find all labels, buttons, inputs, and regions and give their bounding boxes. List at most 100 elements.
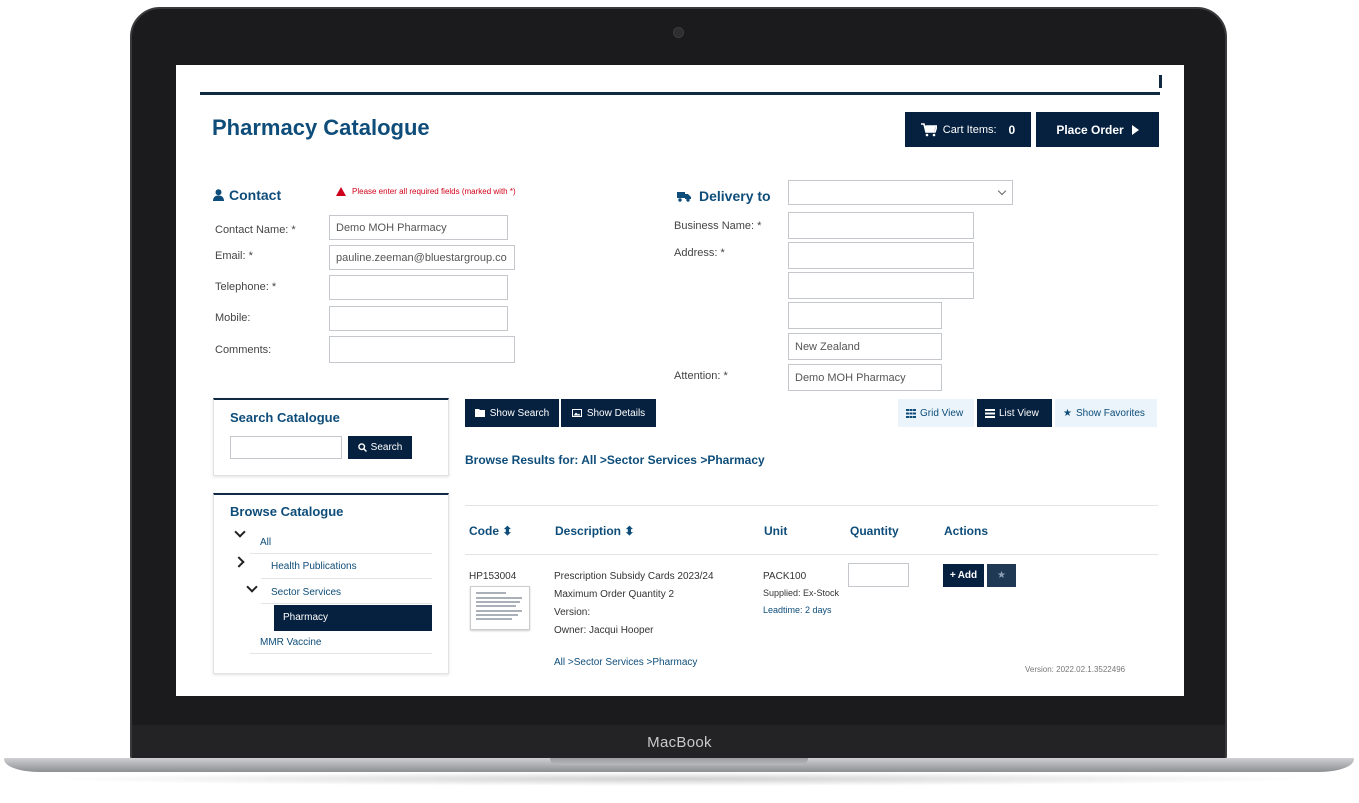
plus-icon: + — [949, 570, 956, 581]
col-code-label: Code — [469, 524, 499, 538]
show-details-button[interactable]: Show Details — [561, 399, 656, 427]
chevron-right-icon — [233, 556, 245, 568]
comments-label: Comments: — [215, 344, 272, 356]
attention-input[interactable]: Demo MOH Pharmacy — [788, 364, 942, 391]
cart-icon — [920, 122, 937, 136]
search-icon — [357, 443, 367, 452]
laptop-notch — [550, 758, 808, 765]
tree-divider — [261, 578, 432, 579]
contact-name-label: Contact Name: * — [215, 224, 296, 236]
sort-icon: ⬍ — [624, 524, 635, 538]
required-warning: Please enter all required fields (marked… — [336, 187, 516, 196]
browse-panel: Browse Catalogue All Health Publications… — [213, 493, 449, 674]
row-description-version: Version: — [554, 607, 591, 618]
address-line-1[interactable] — [788, 242, 974, 269]
chevron-down-icon — [997, 186, 1007, 196]
row-description-max: Maximum Order Quantity 2 — [554, 589, 675, 600]
grid-icon — [906, 408, 916, 418]
star-icon: ★ — [997, 570, 1006, 581]
row-description-owner: Owner: Jacqui Hooper — [554, 625, 654, 636]
mobile-label: Mobile: — [215, 312, 251, 324]
contact-name-input[interactable]: Demo MOH Pharmacy — [329, 215, 508, 240]
col-description-label: Description — [555, 524, 622, 538]
contact-heading: Contact — [213, 187, 281, 203]
chevron-down-icon — [246, 581, 258, 593]
tree-divider — [250, 553, 432, 554]
tree-item-pharmacy-label: Pharmacy — [283, 612, 329, 623]
required-warning-text: Please enter all required fields (marked… — [352, 187, 516, 196]
row-supplied: Supplied: Ex-Stock — [763, 588, 840, 598]
tree-item-mmr-vaccine[interactable]: MMR Vaccine — [260, 637, 322, 648]
sort-icon: ⬍ — [502, 524, 513, 538]
top-marker — [1159, 75, 1162, 88]
warning-icon — [336, 187, 346, 196]
email-input[interactable]: pauline.zeeman@bluestargroup.co — [329, 245, 515, 270]
tree-item-sector-services[interactable]: Sector Services — [271, 587, 341, 598]
contact-heading-text: Contact — [229, 187, 282, 203]
add-to-cart-button[interactable]: + Add — [943, 564, 984, 587]
version-text: Version: 2022.02.1.3522496 — [1025, 665, 1126, 674]
show-favorites-button[interactable]: ★ Show Favorites — [1055, 399, 1157, 427]
truck-icon — [677, 191, 691, 202]
row-code: HP153004 — [469, 571, 517, 582]
browse-results-heading: Browse Results for: All >Sector Services… — [465, 453, 765, 467]
tree-item-pharmacy[interactable]: Pharmacy — [274, 605, 432, 631]
business-name-input[interactable] — [788, 212, 974, 239]
show-search-button[interactable]: Show Search — [465, 399, 559, 427]
address-country[interactable]: New Zealand — [788, 333, 942, 360]
cart-count: 0 — [1008, 122, 1016, 137]
caret-right-icon — [1131, 124, 1139, 135]
product-thumbnail[interactable] — [470, 586, 530, 630]
telephone-label: Telephone: * — [215, 281, 277, 293]
telephone-input[interactable] — [329, 275, 508, 300]
place-order-label: Place Order — [1056, 122, 1124, 137]
col-code-header[interactable]: Code ⬍ — [469, 524, 512, 538]
place-order-button[interactable]: Place Order — [1036, 112, 1159, 147]
address-label: Address: * — [674, 247, 725, 259]
tree-divider — [261, 603, 432, 604]
user-icon — [213, 189, 224, 201]
star-icon: ★ — [1063, 407, 1072, 419]
top-rule — [200, 92, 1160, 95]
attention-label: Attention: * — [674, 370, 728, 382]
quantity-input[interactable] — [848, 563, 909, 587]
page-title: Pharmacy Catalogue — [212, 115, 430, 140]
business-name-label: Business Name: * — [674, 220, 762, 232]
list-view-label: List View — [999, 407, 1039, 419]
address-line-3[interactable] — [788, 302, 942, 329]
delivery-select[interactable] — [788, 180, 1013, 205]
grid-view-label: Grid View — [920, 407, 964, 419]
grid-view-button[interactable]: Grid View — [898, 399, 974, 427]
favorite-button[interactable]: ★ — [987, 564, 1016, 587]
mobile-input[interactable] — [329, 306, 508, 331]
delivery-heading-text: Delivery to — [699, 188, 771, 204]
device-brand: MacBook — [647, 734, 712, 751]
row-category-path[interactable]: All >Sector Services >Pharmacy — [554, 657, 697, 668]
col-description-header[interactable]: Description ⬍ — [555, 524, 634, 538]
laptop-shadow — [40, 772, 1320, 786]
screen: Pharmacy Catalogue Cart Items: 0 Place O… — [176, 65, 1184, 696]
list-view-button[interactable]: List View — [977, 399, 1052, 427]
tree-item-all[interactable]: All — [260, 537, 271, 548]
table-top-divider — [465, 505, 1158, 506]
image-icon — [571, 409, 582, 417]
search-input[interactable] — [230, 436, 342, 459]
email-label: Email: * — [215, 250, 253, 262]
address-line-2[interactable] — [788, 272, 974, 299]
delivery-heading: Delivery to — [677, 188, 771, 204]
table-header-divider — [465, 554, 1158, 555]
search-panel: Search Catalogue Search — [213, 398, 449, 476]
comments-input[interactable] — [329, 336, 515, 363]
row-description-title: Prescription Subsidy Cards 2023/24 — [554, 571, 714, 582]
col-unit-header: Unit — [764, 524, 788, 538]
camera-icon — [673, 27, 684, 38]
cart-button[interactable]: Cart Items: 0 — [905, 112, 1031, 147]
add-label: Add — [957, 570, 978, 581]
row-unit: PACK100 — [763, 571, 807, 582]
tree-item-health-publications[interactable]: Health Publications — [271, 561, 357, 572]
show-favorites-label: Show Favorites — [1075, 407, 1145, 419]
cart-label: Cart Items: — [942, 123, 997, 136]
show-details-label: Show Details — [586, 407, 646, 419]
search-button[interactable]: Search — [348, 436, 412, 459]
folder-icon — [474, 409, 485, 417]
